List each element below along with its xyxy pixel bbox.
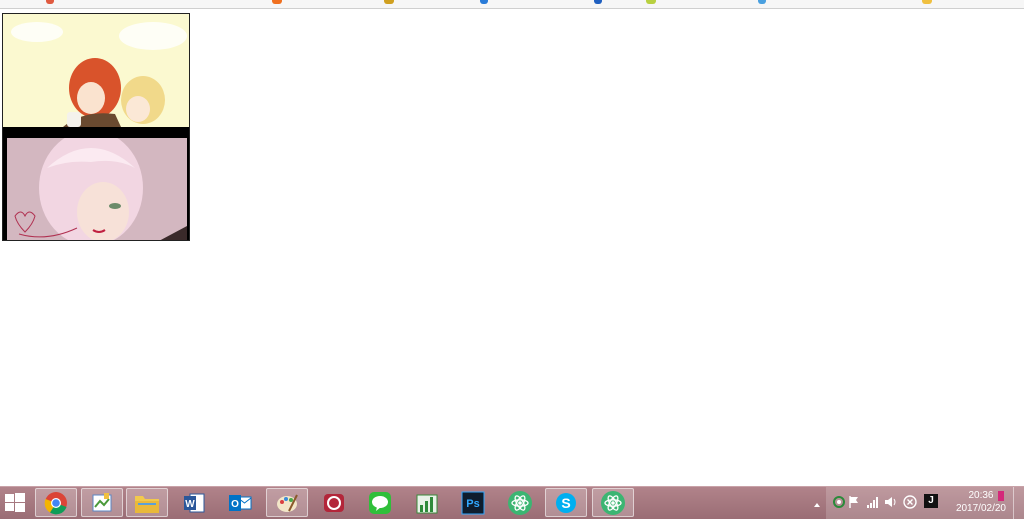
- illustration-two-characters-art: [3, 14, 189, 127]
- taskbar-photoshop[interactable]: Ps: [452, 488, 494, 517]
- show-hidden-icons-icon: [814, 503, 820, 507]
- volume-icon: [885, 497, 896, 507]
- atom-icon: [601, 490, 625, 515]
- illustration-two-characters[interactable]: [3, 14, 189, 127]
- stats-app-icon: [416, 494, 438, 513]
- skype-icon: S: [556, 492, 576, 513]
- taskbar-paint[interactable]: [81, 488, 123, 517]
- tray-flag[interactable]: [848, 495, 860, 514]
- notification-badge: [998, 491, 1004, 501]
- line-icon: [369, 491, 391, 514]
- taskbar-line[interactable]: [359, 488, 401, 517]
- taskbar-skype[interactable]: S: [545, 488, 587, 517]
- clock-date: 2017/02/20: [955, 503, 1006, 514]
- flag-icon: [849, 496, 858, 508]
- start-button[interactable]: [0, 487, 30, 519]
- outlook-icon-label: O: [231, 499, 239, 510]
- file-explorer-icon: [135, 495, 159, 513]
- bookmark-icon[interactable]: [922, 0, 932, 4]
- tray-sync[interactable]: [832, 495, 846, 514]
- paint-palette-icon: [277, 494, 298, 512]
- bookmark-icon[interactable]: [46, 0, 54, 4]
- illustration-pink-hair-character-art: [7, 138, 187, 240]
- taskbar-paint-palette[interactable]: [266, 488, 308, 517]
- chrome-icon: [44, 491, 67, 514]
- close-circle-icon: [903, 495, 917, 509]
- atom-icon: [508, 490, 532, 515]
- photoshop-icon: Ps: [461, 491, 485, 514]
- taskbar-atom[interactable]: [499, 488, 541, 517]
- signal-icon: [867, 497, 878, 508]
- taskbar-chrome[interactable]: [35, 488, 77, 517]
- taskbar-stats-app[interactable]: [406, 488, 448, 517]
- system-tray: J 20:36 2017/02/20: [826, 487, 1024, 519]
- red-app-icon: [324, 493, 344, 512]
- image-viewer-panel: [2, 13, 190, 241]
- windows-logo-icon: [5, 493, 25, 512]
- bookmark-icon[interactable]: [480, 0, 488, 4]
- svg-text:S: S: [561, 495, 570, 511]
- taskbar: W O Ps S J 20:36 2017/02/20: [0, 486, 1024, 519]
- tray-ime[interactable]: J: [924, 494, 938, 508]
- paint-icon: [92, 492, 112, 511]
- illustration-pink-hair-character[interactable]: [7, 138, 187, 240]
- show-desktop-button[interactable]: [1013, 487, 1024, 519]
- tray-volume[interactable]: [884, 495, 898, 514]
- show-hidden-icons-button[interactable]: [812, 497, 822, 507]
- outlook-icon: O: [229, 494, 252, 511]
- word-icon-label: W: [185, 499, 195, 510]
- tray-network[interactable]: [866, 495, 880, 514]
- taskbar-word[interactable]: W: [173, 488, 215, 517]
- bookmark-icon[interactable]: [646, 0, 656, 4]
- tray-close[interactable]: [903, 495, 917, 514]
- taskbar-atom-2[interactable]: [592, 488, 634, 517]
- taskbar-red-app[interactable]: [313, 488, 355, 517]
- bookmark-icon[interactable]: [384, 0, 394, 4]
- bookmark-icon[interactable]: [594, 0, 602, 4]
- browser-bookmark-strip: [0, 0, 1024, 9]
- word-icon: W: [184, 493, 205, 512]
- sync-icon: [833, 496, 845, 508]
- ime-icon: J: [928, 495, 934, 506]
- taskbar-file-explorer[interactable]: [126, 488, 168, 517]
- taskbar-outlook[interactable]: O: [219, 488, 261, 517]
- bookmark-icon[interactable]: [272, 0, 282, 4]
- bookmark-icon[interactable]: [758, 0, 766, 4]
- photoshop-icon-label: Ps: [466, 498, 479, 510]
